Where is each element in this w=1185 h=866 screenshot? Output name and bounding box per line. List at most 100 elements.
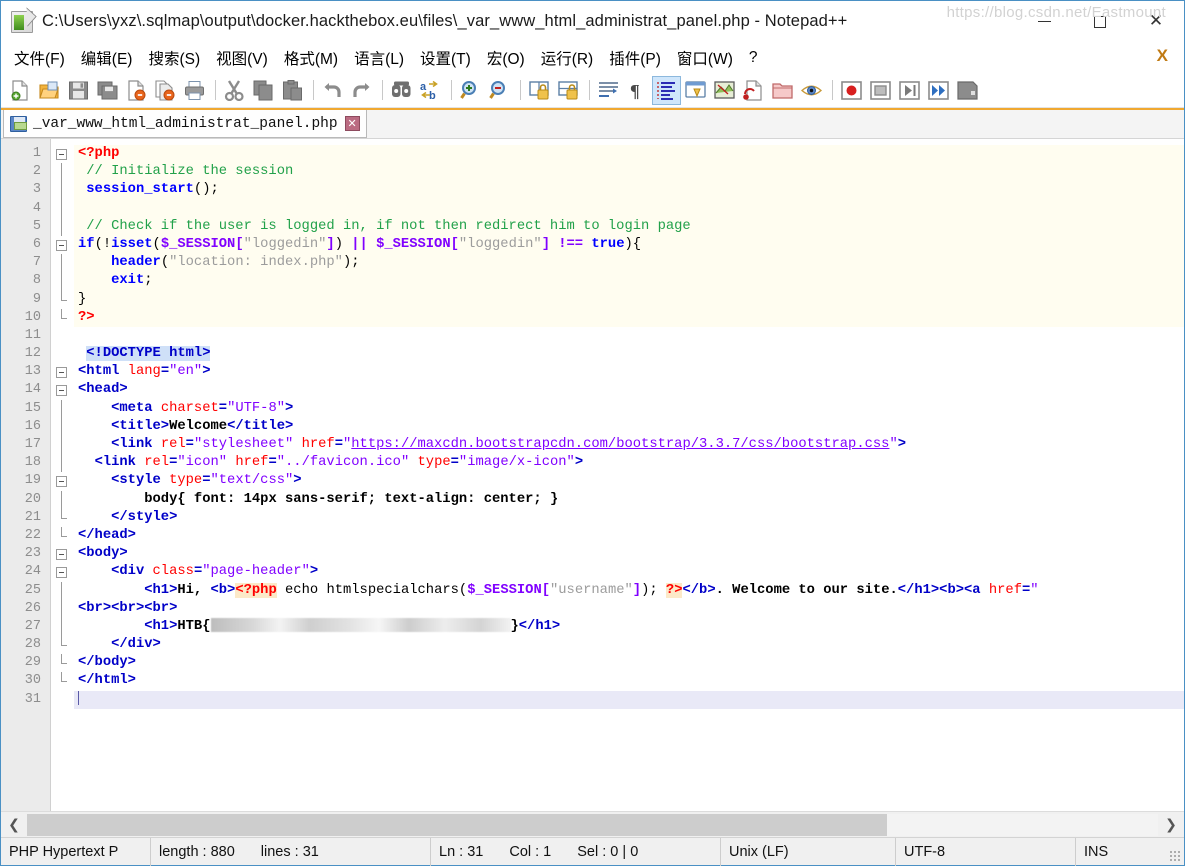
code-line[interactable]: </head> — [74, 527, 1184, 545]
scroll-left-icon[interactable]: ❮ — [1, 813, 27, 837]
code-line[interactable]: <div class="page-header"> — [74, 563, 1184, 581]
menu-help[interactable]: ? — [742, 46, 765, 70]
code-line[interactable]: exit; — [74, 272, 1184, 290]
code-line[interactable]: <h1>HTB{}</h1> — [74, 617, 1184, 636]
fold-marker[interactable] — [51, 563, 74, 581]
menu-run[interactable]: 运行(R) — [534, 44, 601, 72]
code-line[interactable]: <link rel="stylesheet" href="https://max… — [74, 436, 1184, 454]
scroll-right-icon[interactable]: ❯ — [1158, 813, 1184, 837]
new-file-icon[interactable] — [7, 77, 34, 104]
menu-settings[interactable]: 设置(T) — [413, 44, 478, 72]
code-line[interactable]: <br><br><br> — [74, 600, 1184, 618]
show-all-characters-icon[interactable]: ¶ — [624, 77, 651, 104]
code-line[interactable]: </html> — [74, 672, 1184, 690]
menu-language[interactable]: 语言(L) — [347, 44, 411, 72]
menu-edit[interactable]: 编辑(E) — [74, 44, 140, 72]
code-line[interactable]: <title>Welcome</title> — [74, 418, 1184, 436]
print-icon[interactable] — [181, 77, 208, 104]
code-line[interactable]: <body> — [74, 545, 1184, 563]
menu-plugins[interactable]: 插件(P) — [602, 44, 668, 72]
status-encoding[interactable]: UTF-8 — [896, 837, 1076, 866]
status-insert-mode[interactable]: INS — [1076, 838, 1184, 866]
status-eol[interactable]: Unix (LF) — [721, 837, 896, 866]
horizontal-scroll-track[interactable] — [27, 813, 1158, 836]
maximize-button[interactable] — [1072, 1, 1128, 42]
code-line[interactable]: <head> — [74, 381, 1184, 399]
menu-format[interactable]: 格式(M) — [277, 44, 345, 72]
menu-view[interactable]: 视图(V) — [209, 44, 275, 72]
tab-active-document[interactable]: _var_www_html_administrat_panel.php ✕ — [3, 110, 367, 138]
replace-icon[interactable]: a b — [417, 77, 444, 104]
close-file-icon[interactable] — [123, 77, 150, 104]
close-button[interactable]: ✕ — [1128, 1, 1184, 42]
open-file-icon[interactable] — [36, 77, 63, 104]
sync-vertical-scroll-icon[interactable] — [526, 77, 553, 104]
code-line[interactable]: <meta charset="UTF-8"> — [74, 400, 1184, 418]
save-all-icon[interactable] — [94, 77, 121, 104]
menu-search[interactable]: 搜索(S) — [141, 44, 207, 72]
fold-marker[interactable] — [51, 545, 74, 563]
code-line[interactable]: </style> — [74, 509, 1184, 527]
code-line[interactable]: ?> — [74, 309, 1184, 327]
menu-macro[interactable]: 宏(O) — [480, 44, 532, 72]
cut-icon[interactable] — [221, 77, 248, 104]
fold-marker[interactable] — [51, 236, 74, 254]
document-map-icon[interactable] — [711, 77, 738, 104]
code-line[interactable]: </div> — [74, 636, 1184, 654]
code-line[interactable]: body{ font: 14px sans-serif; text-align:… — [74, 491, 1184, 509]
code-line[interactable]: </body> — [74, 654, 1184, 672]
close-all-icon[interactable] — [152, 77, 179, 104]
save-macro-icon[interactable] — [954, 77, 981, 104]
find-icon[interactable] — [388, 77, 415, 104]
word-wrap-icon[interactable] — [595, 77, 622, 104]
code-line[interactable]: <link rel="icon" href="../favicon.ico" t… — [74, 454, 1184, 472]
fold-marker[interactable] — [51, 363, 74, 381]
code-line[interactable]: if(!isset($_SESSION["loggedin"]) || $_SE… — [74, 236, 1184, 254]
playback-macro-icon[interactable] — [896, 77, 923, 104]
fold-marker[interactable] — [51, 472, 74, 490]
menu-file[interactable]: 文件(F) — [7, 44, 72, 72]
redo-icon[interactable] — [348, 77, 375, 104]
indent-guide-icon[interactable] — [652, 75, 681, 105]
save-icon[interactable] — [65, 77, 92, 104]
close-document-button[interactable]: X — [1151, 46, 1174, 66]
code-line[interactable]: session_start(); — [74, 181, 1184, 199]
code-line[interactable]: <html lang="en"> — [74, 363, 1184, 381]
menu-window[interactable]: 窗口(W) — [670, 44, 740, 72]
code-line[interactable]: <?php — [74, 145, 1184, 163]
undo-icon[interactable] — [319, 77, 346, 104]
zoom-in-icon[interactable] — [457, 77, 484, 104]
code-line[interactable]: header("location: index.php"); — [74, 254, 1184, 272]
editor-area[interactable]: 1 2 3 4 5 6 7 8 9 10 11 12 13 14 15 16 17 18 19 20 21 22 23 24 2… — [1, 138, 1184, 811]
stop-recording-icon[interactable] — [867, 77, 894, 104]
code-line[interactable] — [74, 327, 1184, 345]
user-defined-dialog-icon[interactable] — [682, 77, 709, 104]
run-macro-multiple-icon[interactable] — [925, 77, 952, 104]
sync-horizontal-scroll-icon[interactable] — [555, 77, 582, 104]
horizontal-scrollbar[interactable]: ❮ ❯ — [1, 811, 1184, 837]
code-line[interactable]: // Initialize the session — [74, 163, 1184, 181]
monitoring-icon[interactable] — [798, 77, 825, 104]
record-macro-icon[interactable] — [838, 77, 865, 104]
code-line[interactable]: // Check if the user is logged in, if no… — [74, 218, 1184, 236]
tab-close-icon[interactable]: ✕ — [344, 116, 360, 131]
zoom-out-icon[interactable] — [486, 77, 513, 104]
status-language[interactable]: PHP Hypertext P — [1, 837, 151, 866]
fold-marker[interactable] — [51, 381, 74, 399]
resize-grip-icon[interactable] — [1169, 850, 1181, 862]
function-list-icon[interactable] — [740, 77, 767, 104]
code-folding-margin[interactable] — [51, 139, 74, 811]
code-line[interactable]: <style type="text/css"> — [74, 472, 1184, 490]
code-line[interactable]: <h1>Hi, <b><?php echo htmlspecialchars($… — [74, 582, 1184, 600]
code-line[interactable]: } — [74, 291, 1184, 309]
code-line[interactable]: <!DOCTYPE html> — [74, 345, 1184, 363]
fold-marker[interactable] — [51, 145, 74, 163]
code-line[interactable] — [74, 690, 1184, 709]
minimize-button[interactable] — [1016, 1, 1072, 42]
code-text-area[interactable]: <?php // Initialize the session session_… — [74, 139, 1184, 811]
horizontal-scroll-thumb[interactable] — [27, 813, 887, 836]
folder-as-workspace-icon[interactable] — [769, 77, 796, 104]
copy-icon[interactable] — [250, 77, 277, 104]
paste-icon[interactable] — [279, 77, 306, 104]
code-line[interactable] — [74, 200, 1184, 218]
